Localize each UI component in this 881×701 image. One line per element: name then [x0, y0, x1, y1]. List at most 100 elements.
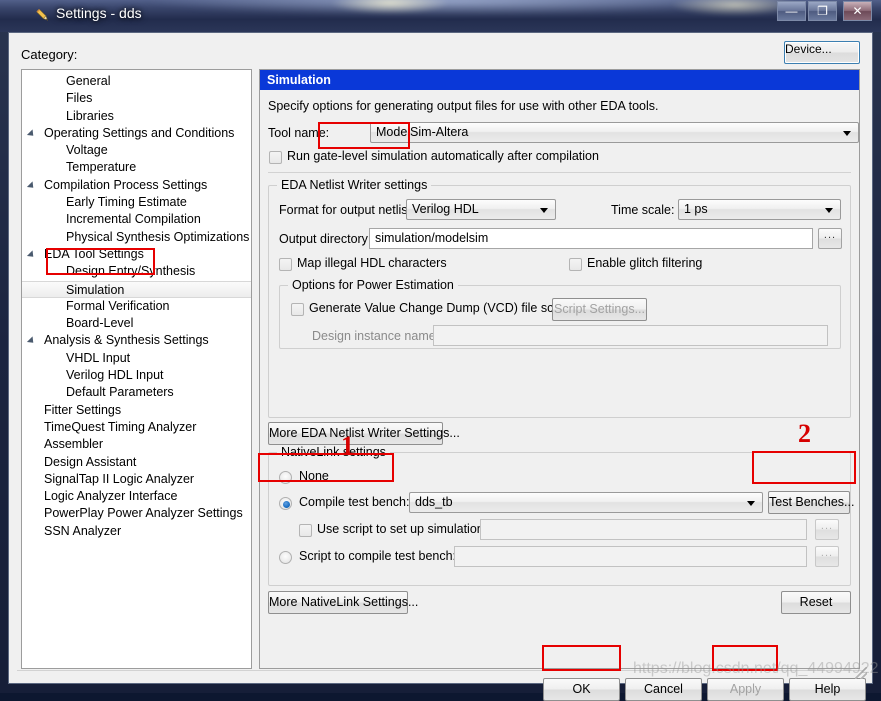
reset-button[interactable]: Reset — [781, 591, 851, 614]
tree-item-label: Verilog HDL Input — [66, 368, 164, 383]
design-instance-name-input[interactable] — [433, 325, 828, 346]
more-eda-netlist-writer-settings-button[interactable]: More EDA Netlist Writer Settings... — [268, 422, 460, 445]
close-button[interactable]: ✕ — [843, 1, 872, 21]
testbench-combo[interactable]: dds_tb — [409, 492, 763, 513]
maximize-button[interactable]: ❐ — [808, 1, 837, 21]
tree-item-label: Simulation — [66, 282, 125, 297]
tree-item-analysis-synthesis-settings[interactable]: Analysis & Synthesis Settings — [22, 332, 251, 349]
run-gate-level-checkbox[interactable] — [269, 151, 282, 164]
output-directory-value: simulation/modelsim — [375, 231, 489, 245]
output-directory-label: Output directory: — [279, 232, 372, 246]
tree-item-files[interactable]: Files — [22, 90, 251, 107]
tree-item-design-assistant[interactable]: Design Assistant — [22, 454, 251, 471]
tree-item-timequest-timing-analyzer[interactable]: TimeQuest Timing Analyzer — [22, 419, 251, 436]
category-tree[interactable]: General Files Libraries Operating Settings … — [21, 69, 252, 669]
map-illegal-hdl-checkbox[interactable] — [279, 258, 292, 271]
cancel-button[interactable]: Cancel — [625, 678, 702, 701]
nativelink-compile-testbench-radio[interactable] — [279, 497, 292, 510]
tree-item-label: Files — [66, 91, 93, 106]
script-compile-testbench-label: Script to compile test bench: — [299, 549, 457, 563]
generate-vcd-checkbox[interactable] — [291, 303, 304, 316]
tree-item-vhdl-input[interactable]: VHDL Input — [22, 350, 251, 367]
footer-divider — [17, 670, 864, 671]
tree-item-incremental-compilation[interactable]: Incremental Compilation — [22, 211, 251, 228]
script-compile-testbench-browse-button[interactable]: ... — [815, 546, 839, 567]
window-title: Settings - dds — [56, 5, 142, 21]
tree-item-ssn-analyzer[interactable]: SSN Analyzer — [22, 523, 251, 540]
apply-button[interactable]: Apply — [707, 678, 784, 701]
titlebar-glow-2 — [330, 0, 450, 14]
tree-item-libraries[interactable]: Libraries — [22, 108, 251, 125]
ok-button[interactable]: OK — [543, 678, 620, 701]
tree-item-label: Temperature — [66, 160, 137, 175]
nativelink-settings-group: NativeLink settings None Compile test be… — [268, 445, 854, 586]
time-scale-value: 1 ps — [684, 202, 708, 216]
tree-item-early-timing-estimate[interactable]: Early Timing Estimate — [22, 194, 251, 211]
tree-item-label: Fitter Settings — [44, 402, 122, 417]
tree-item-physical-synthesis-optimizations[interactable]: Physical Synthesis Optimizations — [22, 229, 251, 246]
pane-header-title: Simulation — [260, 70, 859, 90]
device-button[interactable]: Device... — [784, 41, 860, 64]
nativelink-none-radio[interactable] — [279, 471, 292, 484]
output-directory-browse-button[interactable]: ... — [818, 228, 842, 249]
nativelink-none-label: None — [299, 469, 329, 483]
eda-netlist-writer-group: EDA Netlist Writer settings Format for o… — [268, 178, 851, 418]
tree-item-formal-verification[interactable]: Formal Verification — [22, 298, 251, 315]
settings-content: Category: Device... General Files Librarie… — [9, 33, 872, 701]
chevron-down-icon — [825, 208, 833, 213]
tree-item-label: Libraries — [66, 108, 114, 123]
tree-item-temperature[interactable]: Temperature — [22, 159, 251, 176]
testbench-value: dds_tb — [415, 495, 453, 509]
tree-item-label: Board-Level — [66, 316, 134, 331]
script-settings-button[interactable]: Script Settings... — [552, 298, 647, 321]
design-instance-name-label: Design instance name: — [312, 329, 440, 343]
use-script-setup-browse-button[interactable]: ... — [815, 519, 839, 540]
tree-item-label: Compilation Process Settings — [44, 177, 208, 192]
script-compile-testbench-radio[interactable] — [279, 551, 292, 564]
power-estimation-group-title: Options for Power Estimation — [288, 278, 458, 292]
tree-item-powerplay-power-analyzer-settings[interactable]: PowerPlay Power Analyzer Settings — [22, 505, 251, 522]
tree-item-simulation[interactable]: Simulation — [22, 280, 251, 298]
help-button[interactable]: Help — [789, 678, 866, 701]
chevron-down-icon — [747, 501, 755, 506]
resize-grip[interactable] — [855, 667, 867, 679]
output-directory-input[interactable]: simulation/modelsim — [369, 228, 813, 249]
tree-item-label: Voltage — [66, 143, 108, 158]
window-titlebar: Settings - dds — ❐ ✕ — [0, 0, 881, 32]
tree-item-label: Operating Settings and Conditions — [44, 125, 235, 140]
enable-glitch-filtering-label: Enable glitch filtering — [587, 256, 703, 270]
test-benches-button[interactable]: Test Benches... — [768, 491, 854, 514]
tree-item-logic-analyzer-interface[interactable]: Logic Analyzer Interface — [22, 488, 251, 505]
tree-item-compilation-process-settings[interactable]: Compilation Process Settings — [22, 177, 251, 194]
tree-item-default-parameters[interactable]: Default Parameters — [22, 384, 251, 401]
use-script-setup-label: Use script to set up simulation: — [317, 522, 488, 536]
tool-name-combo[interactable]: ModelSim-Altera — [370, 122, 859, 143]
tree-item-general[interactable]: General — [22, 73, 251, 90]
use-script-setup-checkbox[interactable] — [299, 524, 312, 537]
tree-item-operating-settings-and-conditions[interactable]: Operating Settings and Conditions — [22, 125, 251, 142]
tree-item-board-level[interactable]: Board-Level — [22, 315, 251, 332]
tree-item-label: VHDL Input — [66, 350, 131, 365]
format-output-netlist-label: Format for output netlist: — [279, 203, 415, 217]
chevron-down-icon — [540, 208, 548, 213]
script-compile-testbench-input[interactable] — [454, 546, 807, 567]
tree-item-fitter-settings[interactable]: Fitter Settings — [22, 402, 251, 419]
time-scale-label: Time scale: — [611, 203, 675, 217]
map-illegal-hdl-label: Map illegal HDL characters — [297, 256, 447, 270]
tree-item-verilog-hdl-input[interactable]: Verilog HDL Input — [22, 367, 251, 384]
use-script-setup-input[interactable] — [480, 519, 807, 540]
simulation-settings-pane: Simulation Specify options for generatin… — [259, 69, 860, 669]
tree-item-eda-tool-settings[interactable]: EDA Tool Settings — [22, 246, 251, 263]
eda-netlist-group-title: EDA Netlist Writer settings — [277, 178, 432, 192]
tree-item-assembler[interactable]: Assembler — [22, 436, 251, 453]
tree-item-signaltap-ii-logic-analyzer[interactable]: SignalTap II Logic Analyzer — [22, 471, 251, 488]
more-nativelink-settings-button[interactable]: More NativeLink Settings... — [268, 591, 418, 614]
minimize-button[interactable]: — — [777, 1, 806, 21]
tree-item-label: Formal Verification — [66, 298, 170, 313]
tree-item-voltage[interactable]: Voltage — [22, 142, 251, 159]
tree-item-label: Incremental Compilation — [66, 212, 201, 227]
tree-item-design-entry-synthesis[interactable]: Design Entry/Synthesis — [22, 263, 251, 280]
time-scale-combo[interactable]: 1 ps — [678, 199, 841, 220]
enable-glitch-filtering-checkbox[interactable] — [569, 258, 582, 271]
format-output-netlist-combo[interactable]: Verilog HDL — [406, 199, 556, 220]
